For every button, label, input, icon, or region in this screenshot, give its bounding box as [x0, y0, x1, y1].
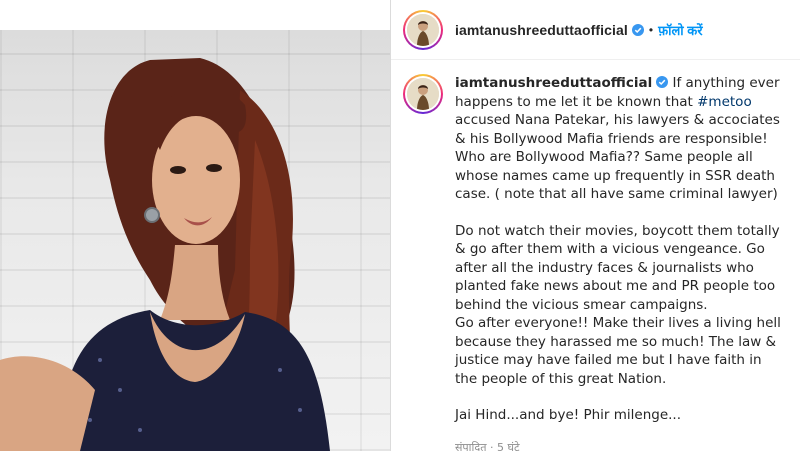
separator-dot: • [648, 22, 654, 37]
caption-username[interactable]: iamtanushreeduttaofficial [455, 75, 652, 91]
hashtag-link[interactable]: #metoo [697, 94, 752, 110]
post-header: iamtanushreeduttaofficial • फ़ॉलो करें [391, 0, 800, 60]
verified-badge-icon [631, 23, 644, 36]
avatar[interactable] [403, 9, 443, 50]
caption-paragraph-4: Jai Hind...and bye! Phir milenge... [455, 407, 682, 423]
post-photo-pane [0, 0, 390, 451]
caption-p1-post: accused Nana Patekar, his lawyers & acco… [455, 112, 780, 202]
follow-button[interactable]: फ़ॉलो करें [658, 21, 702, 39]
caption-block: iamtanushreeduttaofficial If anything ev… [391, 60, 800, 451]
verified-badge-icon [656, 76, 669, 88]
post-details-pane: iamtanushreeduttaofficial • फ़ॉलो करें i… [391, 0, 800, 451]
caption-paragraph-2: Do not watch their movies, boycott them … [455, 222, 780, 313]
caption-avatar[interactable] [403, 74, 443, 114]
post-photo[interactable] [0, 30, 390, 451]
woman-portrait-image [0, 58, 330, 451]
caption-text: iamtanushreeduttaofficial If anything ev… [455, 74, 786, 451]
caption-paragraph-3: Go after everyone!! Make their lives a l… [455, 315, 781, 387]
post-username[interactable]: iamtanushreeduttaofficial [455, 22, 628, 38]
edited-timestamp: संपादित · 5 घंटे [455, 440, 520, 451]
